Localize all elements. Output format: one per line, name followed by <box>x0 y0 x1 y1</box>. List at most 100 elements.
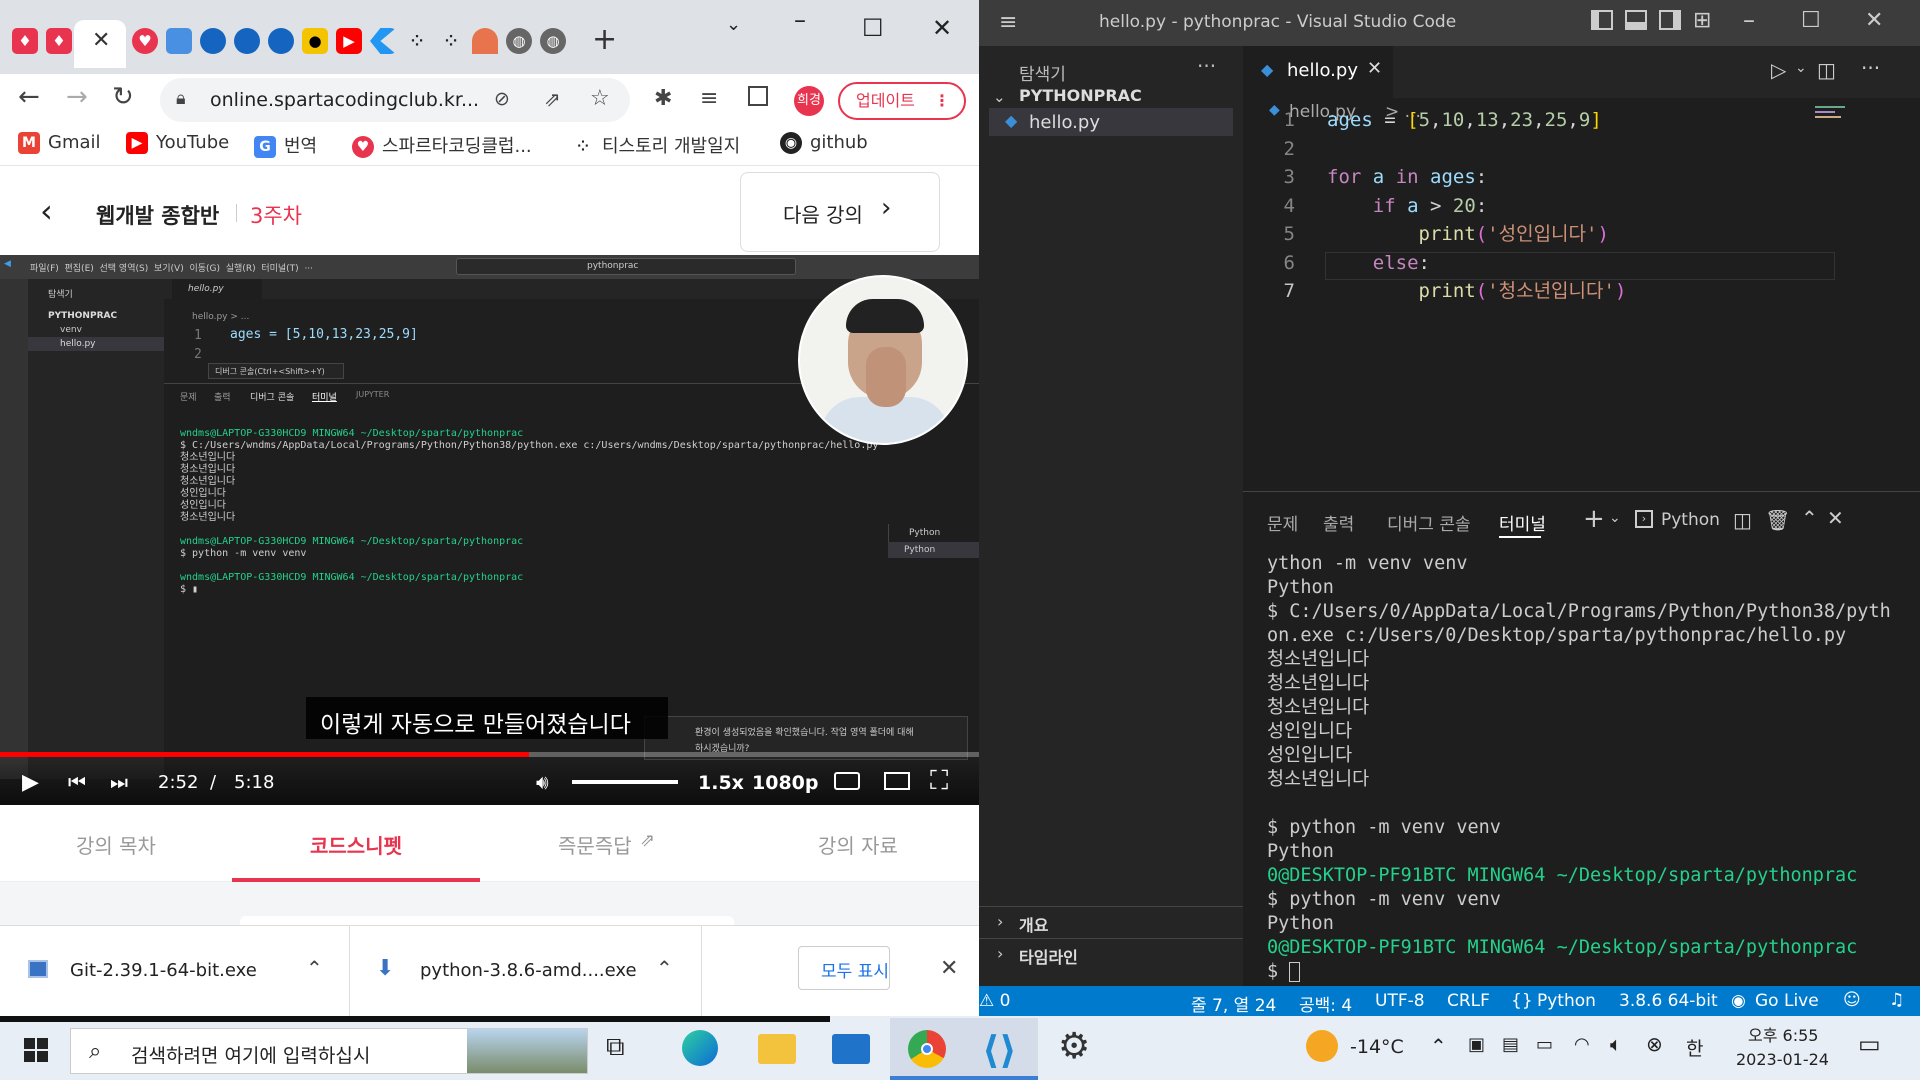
doc-tab-icon[interactable] <box>166 28 192 54</box>
explorer-file-hello[interactable]: ◆ hello.py <box>989 108 1233 136</box>
more-actions-icon[interactable]: ··· <box>1197 54 1216 78</box>
new-terminal-icon[interactable]: + <box>1583 504 1605 534</box>
close-icon[interactable]: ✕ <box>1865 8 1883 33</box>
taskbar-search[interactable]: ⌕ 검색하려면 여기에 입력하십시 <box>70 1028 588 1074</box>
edge-tab-icon[interactable] <box>234 28 260 54</box>
volume-icon[interactable]: 🔈︎ <box>1610 1032 1622 1056</box>
quality-label[interactable]: 1080p <box>752 772 818 794</box>
tistory-tab-icon[interactable]: ⁘ <box>404 28 430 54</box>
bookmark-sparta[interactable]: ♥ 스파르타코딩클럽... <box>352 132 532 158</box>
sparta-tab-icon[interactable]: ♦ <box>12 28 38 54</box>
status-spaces[interactable]: 공백: 4 <box>1299 991 1352 1016</box>
youtube-tab-icon[interactable]: ▶ <box>336 28 362 54</box>
menu-icon[interactable]: ≡ <box>999 10 1017 35</box>
captions-icon[interactable] <box>834 772 860 790</box>
timeline-section[interactable]: 타임라인 <box>1019 944 1078 968</box>
video-player[interactable]: ◀ 파일(F) 편집(E) 선택 영역(S) 보기(V) 이동(G) 실행(R)… <box>0 255 979 805</box>
chevron-up-icon[interactable]: ⌃ <box>656 956 673 980</box>
clock-time[interactable]: 오후 6:55 <box>1748 1022 1818 1046</box>
battery-icon[interactable]: ▭ <box>1536 1034 1553 1055</box>
chevron-up-icon[interactable]: ⌃ <box>1430 1034 1447 1058</box>
status-errors[interactable]: ⚠ 0 <box>979 991 1010 1011</box>
windows-start-icon[interactable] <box>24 1038 48 1062</box>
meet-icon[interactable]: ▣ <box>1468 1034 1485 1055</box>
tistory-tab-icon[interactable]: ⁘ <box>438 28 464 54</box>
code-content[interactable]: ages = [5,10,13,23,25,9] for a in ages: … <box>1327 106 1626 306</box>
play-icon[interactable]: ▶ <box>22 770 39 795</box>
editor-tab-hello[interactable]: ◆ hello.py ✕ <box>1243 46 1393 98</box>
next-icon[interactable]: ⏭ <box>110 770 128 794</box>
back-chevron-icon[interactable]: ‹ <box>40 192 53 230</box>
status-interpreter[interactable]: 3.8.6 64-bit <box>1619 991 1718 1011</box>
eye-off-icon[interactable]: ⊘ <box>494 88 510 110</box>
download-item[interactable]: Git-2.39.1-64-bit.exe ⌃ <box>0 926 350 1016</box>
speed-label[interactable]: 1.5x <box>698 772 744 794</box>
close-window-icon[interactable]: ✕ <box>932 14 952 42</box>
sidepanel-icon[interactable] <box>748 86 768 106</box>
active-tab[interactable]: ✕ <box>74 20 126 68</box>
minimize-icon[interactable]: – <box>794 6 806 34</box>
panel-tab-output[interactable]: 출력 <box>1323 510 1354 535</box>
settings-icon[interactable]: ⚙ <box>1058 1026 1090 1067</box>
split-terminal-icon[interactable]: ◫ <box>1733 508 1752 532</box>
reload-icon[interactable]: ↻ <box>112 82 134 112</box>
edge-icon[interactable] <box>682 1030 718 1066</box>
close-circle-icon[interactable]: ⊗ <box>1646 1032 1663 1056</box>
status-encoding[interactable]: UTF-8 <box>1375 991 1425 1011</box>
forward-icon[interactable]: → <box>66 82 88 112</box>
maximize-panel-icon[interactable]: ⌃ <box>1801 506 1818 530</box>
chrome-taskbar-item[interactable] <box>890 1018 964 1080</box>
task-view-icon[interactable]: ⧉ <box>606 1032 625 1063</box>
status-golive[interactable]: Go Live <box>1755 991 1819 1011</box>
fullscreen-icon[interactable]: ⛶ <box>930 766 948 797</box>
file-explorer-icon[interactable] <box>758 1034 796 1064</box>
status-eol[interactable]: CRLF <box>1447 991 1490 1011</box>
terminal-profile[interactable]: Python <box>1661 510 1720 530</box>
toggle-sidebar-icon[interactable] <box>1591 10 1613 30</box>
tab-close-icon[interactable]: ✕ <box>92 28 110 53</box>
tab-search-icon[interactable]: ⌄ <box>726 14 741 35</box>
more-actions-icon[interactable]: ··· <box>1861 56 1880 80</box>
status-language[interactable]: Python <box>1537 991 1596 1011</box>
theater-mode-icon[interactable] <box>884 772 910 790</box>
terminal-output[interactable]: ython -m venv venv Python $ C:/Users/0/A… <box>1267 552 1891 984</box>
weather-temp[interactable]: -14°C <box>1350 1036 1404 1058</box>
bookmark-tistory[interactable]: ⁘ 티스토리 개발일지 <box>572 132 740 158</box>
layout-icon[interactable]: ⊞ <box>1693 8 1711 33</box>
minimap[interactable] <box>1815 106 1855 126</box>
edge-tab-icon[interactable] <box>200 28 226 54</box>
edge-tab-icon[interactable] <box>268 28 294 54</box>
chevron-up-icon[interactable]: ⌃ <box>306 956 323 980</box>
vscode-taskbar-item[interactable]: ⟨⟩ <box>964 1018 1038 1080</box>
bookmark-translate[interactable]: G 번역 <box>254 132 317 158</box>
download-item[interactable]: ⬇ python-3.8.6-amd....exe ⌃ <box>352 926 702 1016</box>
kakao-tab-icon[interactable]: ● <box>302 28 328 54</box>
previous-icon[interactable]: ⏮ <box>68 770 86 794</box>
tab-close-icon[interactable]: ✕ <box>1367 58 1382 79</box>
back-icon[interactable]: ← <box>18 82 40 112</box>
project-folder[interactable]: PYTHONPRAC <box>1019 86 1142 105</box>
volume-slider[interactable] <box>572 780 678 784</box>
mail-icon[interactable] <box>832 1034 870 1064</box>
bookmark-youtube[interactable]: ▶ YouTube <box>126 132 229 154</box>
feedback-icon[interactable]: ☺ <box>1843 990 1861 1010</box>
flutter-tab-icon[interactable] <box>370 28 396 54</box>
sparta-tab-icon[interactable]: ♦ <box>46 28 72 54</box>
profile-avatar[interactable]: 희경 <box>794 86 824 116</box>
share-icon[interactable]: ⇗ <box>544 87 561 111</box>
notification-icon[interactable]: ▭ <box>1858 1030 1881 1058</box>
tab-code-snippet[interactable]: 코드스니펫 <box>310 830 402 859</box>
bell-icon[interactable]: ♫ <box>1889 990 1904 1010</box>
tab-qna[interactable]: 즉문즉답 <box>558 830 632 859</box>
chart-tab-icon[interactable] <box>472 28 498 54</box>
close-panel-icon[interactable]: ✕ <box>1827 506 1844 530</box>
toggle-panel-icon[interactable] <box>1625 10 1647 30</box>
chevron-down-icon[interactable]: ⌄ <box>1795 60 1807 76</box>
address-bar[interactable]: 🔒︎ online.spartacodingclub.kr... ⊘ ⇗ ☆ <box>160 78 630 122</box>
status-position[interactable]: 줄 7, 열 24 <box>1191 991 1276 1016</box>
close-downloads-icon[interactable]: ✕ <box>940 956 958 981</box>
update-button[interactable]: 업데이트 ⋮ <box>838 82 966 120</box>
new-tab-icon[interactable]: + <box>592 22 617 57</box>
wifi-icon[interactable]: ◠ <box>1574 1034 1590 1055</box>
bookmark-github[interactable]: ◉ github <box>780 132 868 154</box>
